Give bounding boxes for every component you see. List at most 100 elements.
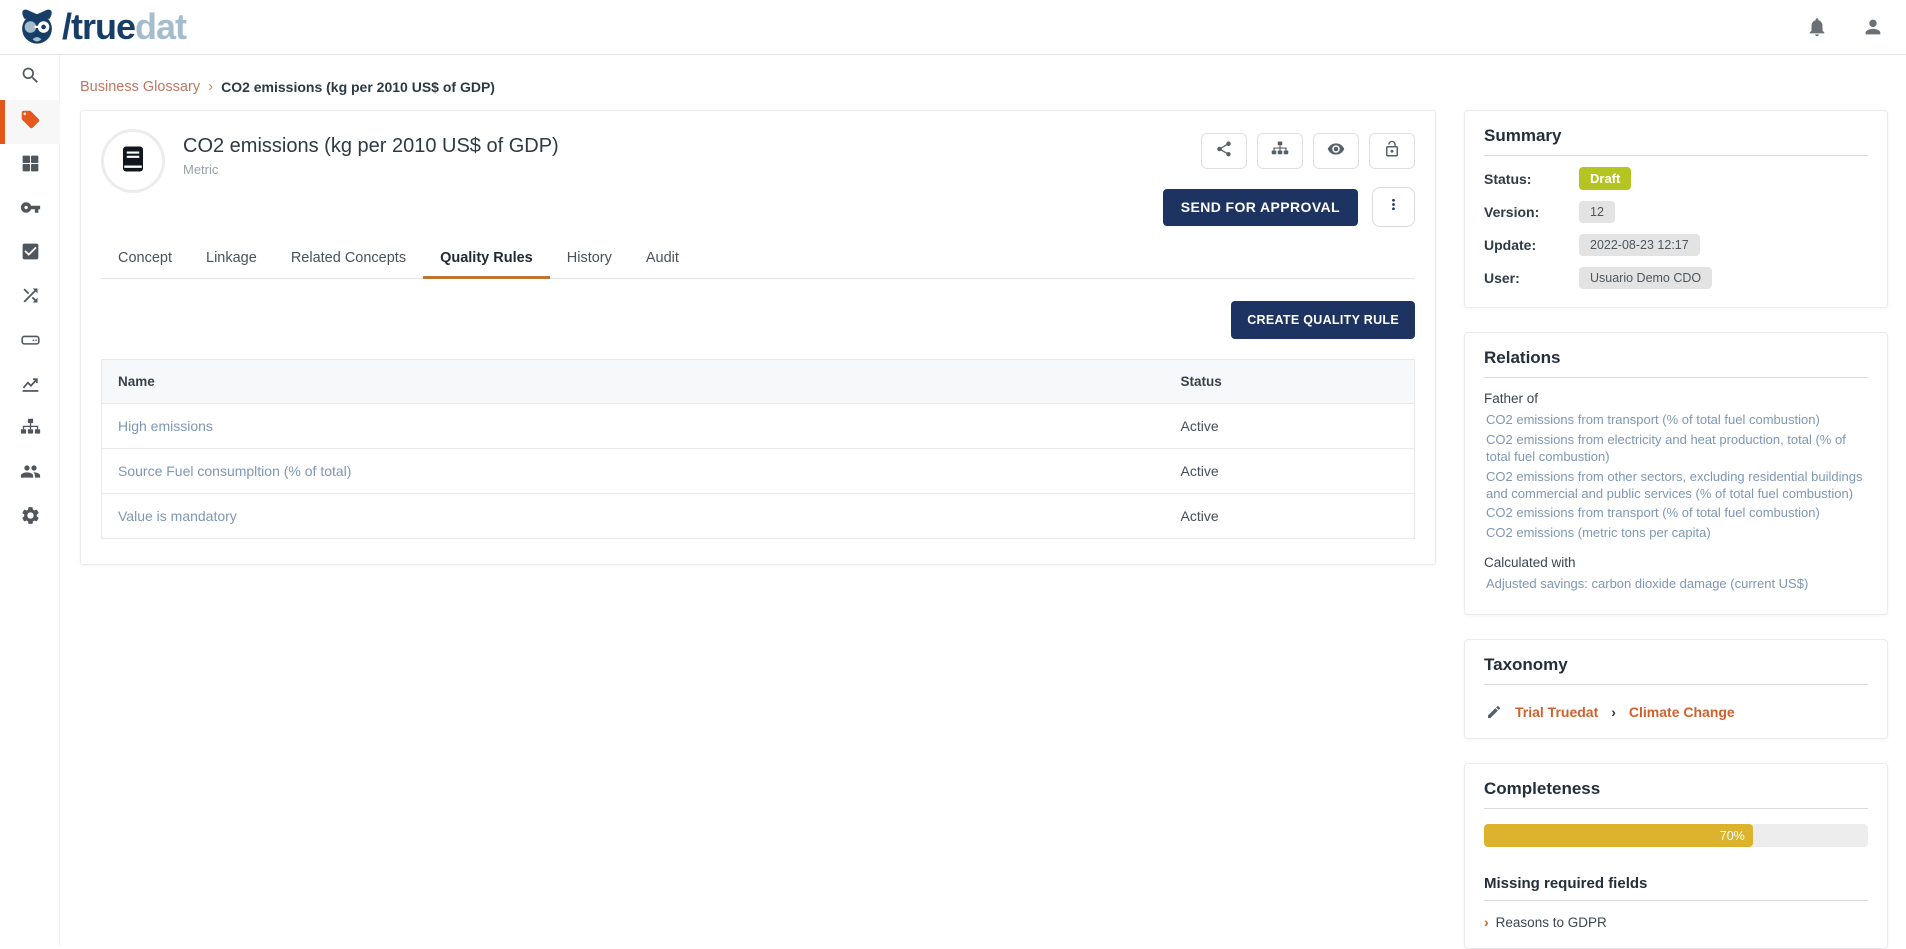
quality-rule-status: Active [1165, 494, 1415, 539]
logo-wordmark: /truedat [62, 9, 186, 45]
completeness-percent-label: 70% [1720, 829, 1745, 843]
breadcrumb-current: CO2 emissions (kg per 2010 US$ of GDP) [221, 79, 495, 95]
shuffle-icon [20, 285, 41, 311]
gear-icon [20, 505, 41, 531]
truedat-logo[interactable]: /truedat [16, 6, 186, 48]
status-badge: Draft [1579, 167, 1631, 190]
taxonomy-domain-link[interactable]: Trial Truedat [1515, 704, 1598, 720]
edit-pencil-icon[interactable] [1486, 704, 1502, 720]
tab-quality-rules[interactable]: Quality Rules [423, 241, 550, 279]
table-row: Value is mandatory Active [102, 494, 1415, 539]
tab-linkage[interactable]: Linkage [189, 241, 274, 279]
relation-link[interactable]: CO2 emissions from transport (% of total… [1484, 412, 1868, 429]
relation-link[interactable]: CO2 emissions (metric tons per capita) [1484, 525, 1868, 542]
sidebar-item-structures[interactable] [0, 408, 60, 452]
concept-card: CO2 emissions (kg per 2010 US$ of GDP) M… [80, 110, 1436, 565]
chevron-right-icon: › [1484, 914, 1489, 930]
breadcrumb-separator: › [208, 78, 213, 95]
summary-title: Summary [1484, 126, 1868, 156]
drive-icon [20, 329, 41, 355]
table-row: High emissions Active [102, 404, 1415, 449]
check-square-icon [20, 241, 41, 267]
missing-field-label: Reasons to GDPR [1496, 915, 1607, 930]
notifications-bell-icon[interactable] [1806, 16, 1828, 38]
quality-rule-link[interactable]: Value is mandatory [118, 508, 237, 524]
version-badge: 12 [1579, 201, 1615, 223]
sidebar-item-search[interactable] [0, 56, 60, 100]
completeness-title: Completeness [1484, 779, 1868, 809]
send-for-approval-button[interactable]: SEND FOR APPROVAL [1163, 189, 1358, 226]
column-header-name: Name [102, 360, 1165, 404]
sidebar-item-sources[interactable] [0, 320, 60, 364]
breadcrumb-business-glossary[interactable]: Business Glossary [80, 79, 200, 95]
relation-link[interactable]: Adjusted savings: carbon dioxide damage … [1484, 576, 1868, 593]
missing-fields-title: Missing required fields [1484, 875, 1868, 901]
status-label: Status: [1484, 171, 1579, 187]
sidebar-item-glossary[interactable] [0, 100, 60, 144]
sidebar-item-settings[interactable] [0, 496, 60, 540]
sidebar-item-catalog[interactable] [0, 144, 60, 188]
book-icon [118, 144, 148, 179]
concept-type-label: Metric [183, 162, 559, 177]
quality-rule-link[interactable]: Source Fuel consumpltion (% of total) [118, 463, 351, 479]
taxonomy-subdomain-link[interactable]: Climate Change [1629, 704, 1735, 720]
line-chart-icon [20, 373, 41, 399]
relations-title: Relations [1484, 348, 1868, 378]
missing-field-item[interactable]: › Reasons to GDPR [1484, 914, 1868, 930]
update-badge: 2022-08-23 12:17 [1579, 234, 1700, 256]
tab-related-concepts[interactable]: Related Concepts [274, 241, 423, 279]
relation-link[interactable]: CO2 emissions from other sectors, exclud… [1484, 469, 1868, 503]
user-label: User: [1484, 270, 1579, 286]
sidebar-item-dashboards[interactable] [0, 364, 60, 408]
tab-audit[interactable]: Audit [629, 241, 696, 279]
sitemap-icon [20, 417, 41, 443]
update-label: Update: [1484, 237, 1579, 253]
taxonomy-title: Taxonomy [1484, 655, 1868, 685]
share-icon [1215, 140, 1233, 163]
relation-link[interactable]: CO2 emissions from transport (% of total… [1484, 505, 1868, 522]
sidebar-item-quality[interactable] [0, 232, 60, 276]
father-of-label: Father of [1484, 391, 1868, 406]
relation-link[interactable]: CO2 emissions from electricity and heat … [1484, 432, 1868, 466]
summary-panel: Summary Status: Draft Version: 12 Update… [1464, 110, 1888, 308]
lock-button[interactable] [1369, 133, 1415, 169]
user-profile-icon[interactable] [1862, 16, 1884, 38]
owl-logo-icon [16, 6, 58, 48]
table-row: Source Fuel consumpltion (% of total) Ac… [102, 449, 1415, 494]
taxonomy-panel: Taxonomy Trial Truedat › Climate Change [1464, 639, 1888, 739]
completeness-progress-fill: 70% [1484, 824, 1753, 847]
share-button[interactable] [1201, 133, 1247, 169]
kebab-menu-icon [1385, 196, 1402, 218]
more-options-button[interactable] [1372, 187, 1415, 227]
quality-rule-link[interactable]: High emissions [118, 418, 213, 434]
left-sidebar [0, 55, 60, 945]
grid-icon [20, 153, 41, 179]
sidebar-item-lineage[interactable] [0, 276, 60, 320]
calculated-with-label: Calculated with [1484, 555, 1868, 570]
key-icon [20, 197, 41, 223]
relations-panel: Relations Father of CO2 emissions from t… [1464, 332, 1888, 615]
watch-button[interactable] [1313, 133, 1359, 169]
quality-rule-status: Active [1165, 404, 1415, 449]
concept-avatar [101, 129, 165, 193]
user-badge: Usuario Demo CDO [1579, 267, 1712, 289]
lineage-button[interactable] [1257, 133, 1303, 169]
completeness-progress: 70% [1484, 824, 1868, 847]
tab-concept[interactable]: Concept [101, 241, 189, 279]
sidebar-item-access[interactable] [0, 188, 60, 232]
quality-rules-table: Name Status High emissions Active Source… [101, 359, 1415, 539]
eye-icon [1327, 140, 1345, 163]
breadcrumb: Business Glossary › CO2 emissions (kg pe… [80, 78, 495, 95]
quality-rule-status: Active [1165, 449, 1415, 494]
tab-history[interactable]: History [550, 241, 629, 279]
users-icon [20, 461, 41, 487]
concept-title: CO2 emissions (kg per 2010 US$ of GDP) [183, 135, 559, 158]
completeness-panel: Completeness 70% Missing required fields… [1464, 763, 1888, 949]
tree-icon [1271, 140, 1289, 163]
tag-icon [20, 109, 41, 135]
lock-open-icon [1383, 140, 1401, 163]
create-quality-rule-button[interactable]: CREATE QUALITY RULE [1231, 301, 1415, 339]
version-label: Version: [1484, 204, 1579, 220]
sidebar-item-users[interactable] [0, 452, 60, 496]
top-header: /truedat [0, 0, 1906, 55]
